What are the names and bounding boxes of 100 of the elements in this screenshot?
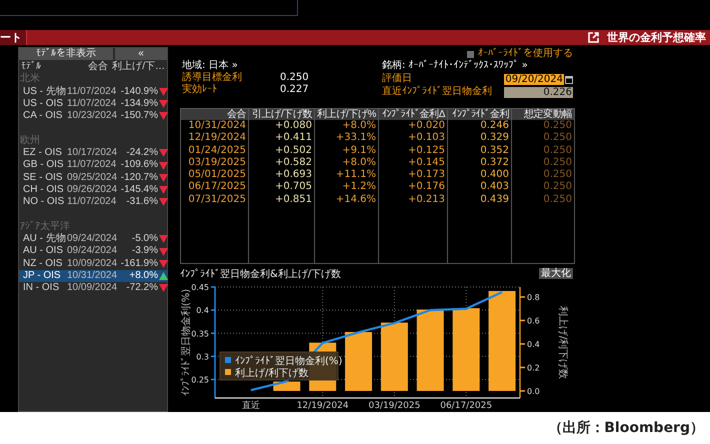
column-header: 引上げ/下げ数 (249, 109, 315, 120)
table-cell: 0.372 (448, 156, 512, 170)
axis-tick-label: 06/17/2025 (440, 401, 492, 411)
table-cell-text: 0.250 (542, 144, 573, 157)
change-value: -5.0% (130, 233, 158, 246)
change-value: -140.9% (120, 86, 158, 98)
change-value: -161.9% (120, 258, 158, 270)
table-cell: 0.352 (448, 144, 512, 157)
table-cell-text: 0.250 (542, 132, 573, 145)
table-cell: +0.103 (379, 132, 448, 145)
chart-title: ｲﾝﾌﾟﾗｲﾄﾞ翌日物金利&利上げ/下げ数 (180, 268, 342, 280)
axis-title: ｲﾝﾌﾟﾗｲﾄﾞ翌日物金利(%) (181, 288, 192, 396)
model-name: CA - OIS (23, 110, 64, 122)
table-cell: 05/01/2025 (181, 169, 249, 182)
change-value: -109.6% (120, 159, 158, 172)
table-cell: +0.020 (379, 120, 448, 132)
table-cell: +0.213 (379, 194, 448, 206)
table-cell: 12/19/2024 (181, 132, 249, 145)
model-name: CH - OIS (23, 184, 65, 196)
change-value: -24.2% (125, 147, 158, 160)
change-value: -145.4% (120, 184, 158, 196)
field-value: 0.227 (280, 84, 310, 96)
table-cell: +9.1% (315, 144, 379, 157)
table-cell: +0.176 (379, 181, 448, 194)
axis-tick-label: 0.4 (527, 340, 540, 349)
table-cell: 0.246 (448, 120, 512, 132)
meeting-date: 10/09/2024 (67, 282, 118, 295)
axis-tick-label: 0.45 (191, 283, 209, 292)
column-header: 会合 (88, 61, 108, 74)
table-cell: +33.1% (315, 132, 379, 145)
model-name: EZ - OIS (23, 147, 63, 160)
axis-tick-label: 0.3 (196, 352, 209, 362)
column-header: ｲﾝﾌﾟﾗｲﾄﾞ金利 (448, 109, 512, 120)
table-cell-text: 0.250 (542, 156, 573, 170)
meeting-date: 09/25/2024 (67, 172, 118, 184)
table-cell: +0.145 (379, 156, 448, 170)
table-cell: 0.403 (448, 181, 512, 194)
table-cell: +0.411 (249, 132, 315, 145)
field-label: 評価日 (381, 73, 413, 85)
model-name: IN - OIS (23, 282, 60, 295)
model-name: US - 先物 (23, 86, 67, 98)
change-value: +8.0% (128, 270, 158, 282)
meeting-date: 09/24/2024 (67, 245, 118, 258)
table-cell: +0.502 (249, 144, 315, 157)
model-name: NZ - OIS (23, 258, 64, 270)
table-cell: 0.439 (448, 194, 512, 206)
field-label: 誘導目標金利 (182, 72, 243, 84)
model-name: GB - OIS (23, 159, 65, 172)
field-value: 0.250 (280, 72, 310, 84)
table-cell: 0.329 (448, 132, 512, 145)
group-label: 北米 (19, 73, 41, 86)
table-cell: 01/24/2025 (181, 144, 249, 157)
table-cell: 06/17/2025 (181, 181, 249, 194)
column-header: 利上げ/下… (112, 61, 165, 74)
change-value: -72.2% (125, 282, 158, 295)
axis-title: 利上げ/利下げ数 (557, 306, 568, 380)
table-cell: +1.2% (315, 181, 379, 194)
meeting-date: 09/24/2024 (67, 233, 118, 246)
model-name: US - OIS (23, 98, 64, 110)
meeting-date: 10/09/2024 (67, 258, 118, 270)
meeting-date: 11/07/2024 (67, 196, 118, 209)
change-value: -134.9% (120, 98, 158, 110)
meeting-date: 11/07/2024 (67, 86, 118, 98)
column-header: 利上げ/下げ% (315, 109, 379, 120)
table-cell: +0.582 (249, 156, 315, 170)
meeting-date: 10/23/2024 (67, 110, 118, 122)
axis-tick-label: 0.35 (191, 329, 209, 338)
header-title: 世界の金利予想確率 (607, 30, 707, 45)
table-cell: +0.173 (379, 169, 448, 182)
field-label: 実効ﾚｰﾄ (182, 84, 218, 96)
table-cell: 10/31/2024 (181, 120, 249, 132)
column-header: 想定変動幅 (512, 109, 574, 120)
meeting-date: 09/26/2024 (67, 184, 118, 196)
table-cell: +0.851 (249, 194, 315, 206)
column-header: ﾓﾃﾞﾙ (21, 61, 42, 72)
meeting-date: 10/17/2024 (67, 147, 118, 160)
change-value: -31.6% (125, 196, 158, 209)
legend-label: 利上げ/利下げ数 (235, 368, 308, 379)
axis-tick-label: 12/19/2024 (296, 401, 349, 411)
axis-tick-label: 直近 (242, 401, 260, 411)
table-cell: +0.125 (379, 144, 448, 157)
meeting-date: 10/31/2024 (67, 270, 118, 282)
table-cell: +0.705 (249, 181, 315, 194)
table-cell: +14.6% (315, 194, 379, 206)
column-header: 会合 (181, 109, 249, 120)
table-cell: +8.0% (315, 156, 379, 170)
axis-tick-label: 0.2 (527, 363, 540, 372)
meeting-date: 11/07/2024 (67, 159, 118, 172)
table-cell-text: 0.250 (542, 169, 573, 182)
table-cell-text: 0.250 (542, 181, 573, 194)
axis-tick-label: 0.0 (527, 386, 540, 396)
group-label: ｱｼﾞｱ太平洋 (19, 220, 71, 232)
table-cell: +8.0% (315, 120, 379, 132)
axis-tick-label: 0.25 (191, 376, 209, 384)
table-cell: +0.693 (249, 169, 315, 182)
table-cell: +11.1% (315, 169, 379, 182)
model-name: AU - OIS (23, 245, 64, 258)
table-cell: 03/19/2025 (181, 156, 249, 170)
column-header: ｲﾝﾌﾟﾗｲﾄﾞ金利Δ (379, 109, 448, 120)
table-cell: +0.080 (249, 120, 315, 132)
